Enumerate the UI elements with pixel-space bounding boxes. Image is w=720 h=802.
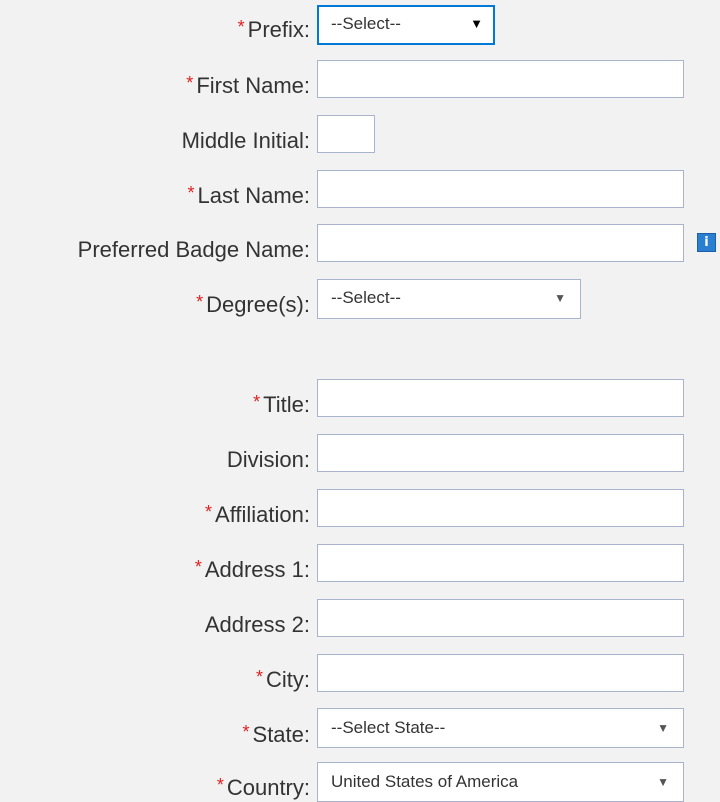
prefix-selected-value: --Select-- [331,14,401,33]
required-marker: * [242,722,250,742]
required-marker: * [237,17,245,37]
required-marker: * [196,292,204,312]
division-input[interactable] [317,434,684,472]
country-label: * Country: [216,775,310,800]
first-name-label: * First Name: [186,73,310,98]
state-select[interactable]: --Select State-- ▼ [317,708,684,748]
required-marker: * [186,73,194,93]
degree-selected-value: --Select-- [331,288,401,307]
address2-label: Address 2: [204,612,310,637]
required-marker: * [253,392,261,412]
required-marker: * [187,183,195,203]
affiliation-label: * Affiliation: [205,502,310,527]
required-marker: * [255,667,263,687]
division-label: Division: [226,447,310,472]
chevron-down-icon: ▼ [657,775,669,789]
middle-initial-label: Middle Initial: [181,128,310,153]
title-input[interactable] [317,379,684,417]
country-selected-value: United States of America [331,772,519,791]
registration-form: * Prefix: --Select-- ▼ * First Name: Middl… [0,0,720,802]
badge-name-label: Preferred Badge Name: [77,237,310,262]
middle-initial-input[interactable] [317,115,375,153]
degree-select[interactable]: --Select-- ▼ [317,279,581,319]
city-label: * City: [255,667,310,692]
prefix-label: * Prefix: [237,17,310,42]
state-label: * State: [242,722,311,747]
last-name-input[interactable] [317,170,684,208]
country-select[interactable]: United States of America ▼ [317,762,684,802]
required-marker: * [194,557,202,577]
badge-name-input[interactable] [317,224,684,262]
chevron-down-icon: ▼ [554,291,566,305]
state-selected-value: --Select State-- [331,718,446,737]
address2-input[interactable] [317,599,684,637]
last-name-label: * Last Name: [187,183,310,208]
prefix-select[interactable]: --Select-- ▼ [317,5,495,45]
title-label: * Title: [253,392,310,417]
degree-label: * Degree(s): [196,292,310,317]
city-input[interactable] [317,654,684,692]
first-name-input[interactable] [317,60,684,98]
address1-label: * Address 1: [194,557,310,582]
affiliation-input[interactable] [317,489,684,527]
address1-input[interactable] [317,544,684,582]
required-marker: * [216,775,224,795]
info-icon[interactable]: i [697,233,716,252]
chevron-down-icon: ▼ [657,721,669,735]
required-marker: * [205,502,213,522]
chevron-down-icon: ▼ [470,16,483,31]
